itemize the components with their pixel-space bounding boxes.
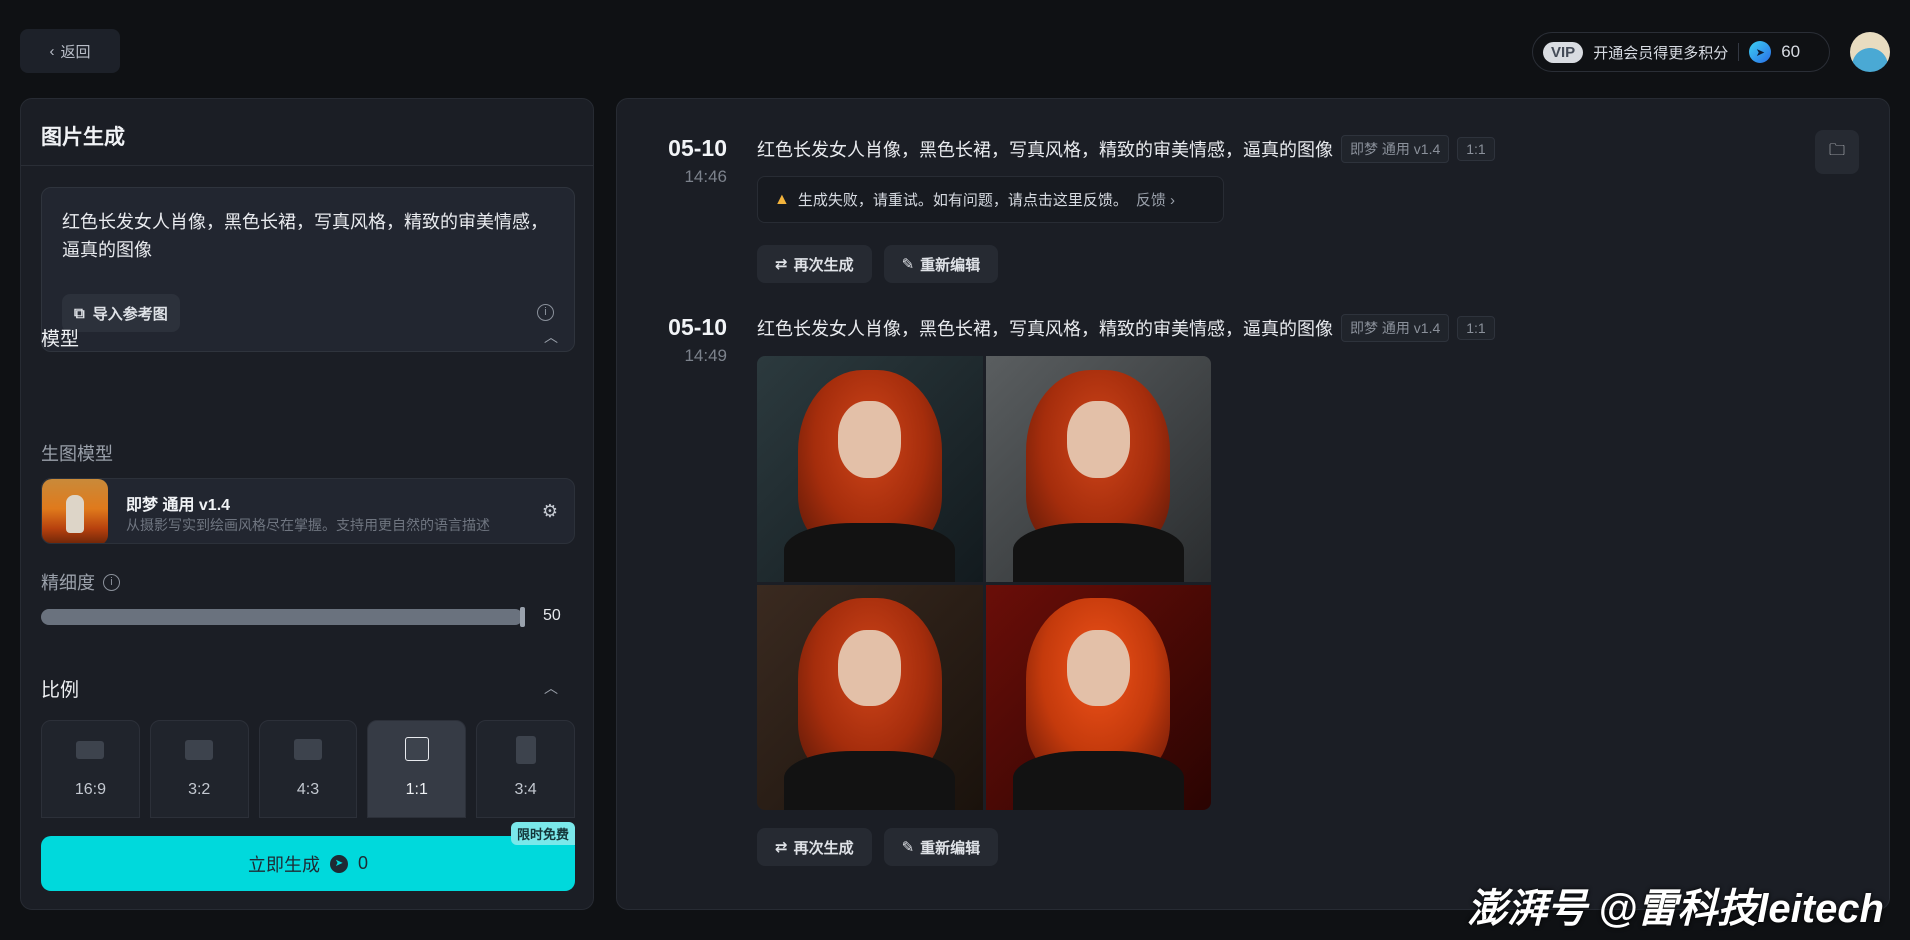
feedback-link[interactable]: 反馈 › xyxy=(1136,189,1175,210)
ratio-16-9[interactable]: 16:9 xyxy=(41,720,140,818)
ratio-1-1-icon xyxy=(404,737,429,761)
generation-panel: 图片生成 红色长发女人肖像，黑色长裙，写真风格，精致的审美情感，逼真的图像 ⧉ 导… xyxy=(20,98,594,910)
history-prompt[interactable]: 红色长发女人肖像，黑色长裙，写真风格，精致的审美情感，逼真的图像 xyxy=(757,315,1333,341)
avatar[interactable] xyxy=(1850,32,1890,72)
model-badge: 即梦 通用 v1.4 xyxy=(1341,314,1450,342)
credits-icon: ➤ xyxy=(329,854,348,873)
panel-title: 图片生成 xyxy=(41,126,125,149)
history-prompt-row: 红色长发女人肖像，黑色长裙，写真风格，精致的审美情感，逼真的图像 即梦 通用 v… xyxy=(757,314,1495,342)
history-actions: ⇄ 再次生成 ✎ 重新编辑 xyxy=(757,828,999,866)
error-message: ▲ 生成失败，请重试。如有问题，请点击这里反馈。 反馈 › xyxy=(757,176,1224,223)
credits-icon: ➤ xyxy=(1749,41,1772,63)
back-button[interactable]: ‹ 返回 xyxy=(20,29,120,73)
ratio-options: 16:9 3:2 4:3 1:1 3:4 xyxy=(41,720,575,818)
history-date: 05-10 xyxy=(668,314,727,340)
sliders-icon[interactable]: ⚙ xyxy=(542,501,558,522)
pencil-icon: ✎ xyxy=(901,839,915,856)
divider xyxy=(1738,43,1740,61)
chevron-up-icon[interactable]: ︿ xyxy=(544,678,558,698)
generated-image[interactable] xyxy=(985,356,1211,582)
info-icon[interactable]: i xyxy=(537,304,554,321)
model-name: 即梦 通用 v1.4 xyxy=(126,497,231,514)
ratio-16-9-icon xyxy=(76,741,105,759)
history-panel: 🗀 05-10 14:46 红色长发女人肖像，黑色长裙，写真风格，精致的审美情感… xyxy=(616,98,1890,910)
chevron-up-icon[interactable]: ︿ xyxy=(544,327,558,347)
credits-count: 60 xyxy=(1781,42,1801,61)
detail-slider[interactable] xyxy=(41,607,525,627)
folder-icon: 🗀 xyxy=(1828,141,1845,159)
slider-handle[interactable] xyxy=(520,607,525,627)
prompt-text[interactable]: 红色长发女人肖像，黑色长裙，写真风格，精致的审美情感，逼真的图像 xyxy=(62,208,552,264)
reedit-button[interactable]: ✎ 重新编辑 xyxy=(883,828,999,866)
ratio-3-2[interactable]: 3:2 xyxy=(149,720,249,818)
generated-image[interactable] xyxy=(757,584,983,810)
free-badge: 限时免费 xyxy=(510,822,575,845)
generated-image[interactable] xyxy=(757,356,983,582)
history-time: 14:49 xyxy=(684,346,727,365)
ratio-3-2-icon xyxy=(185,740,214,760)
import-reference-button[interactable]: ⧉ 导入参考图 xyxy=(62,294,180,332)
ratio-3-4[interactable]: 3:4 xyxy=(476,720,575,818)
pencil-icon: ✎ xyxy=(901,256,915,273)
history-actions: ⇄ 再次生成 ✎ 重新编辑 xyxy=(757,245,999,283)
repeat-icon: ⇄ xyxy=(775,839,788,856)
ratio-1-1[interactable]: 1:1 xyxy=(367,720,467,818)
ratio-section-title: 比例 xyxy=(41,680,80,701)
model-selector[interactable]: 即梦 通用 v1.4 从摄影写实到绘画风格尽在掌握。支持用更自然的语言描述 ⚙ xyxy=(41,478,575,544)
repeat-icon: ⇄ xyxy=(775,256,788,273)
history-time: 14:46 xyxy=(684,167,727,186)
vip-banner[interactable]: VIP 开通会员得更多积分 ➤ 60 xyxy=(1532,32,1830,72)
model-badge: 即梦 通用 v1.4 xyxy=(1341,135,1450,163)
generated-image[interactable] xyxy=(985,584,1211,810)
vip-badge: VIP xyxy=(1543,41,1584,63)
regenerate-button[interactable]: ⇄ 再次生成 xyxy=(757,245,872,283)
ratio-4-3-icon xyxy=(293,739,322,760)
folder-button[interactable]: 🗀 xyxy=(1815,130,1859,174)
model-thumbnail xyxy=(42,479,108,543)
history-prompt[interactable]: 红色长发女人肖像，黑色长裙，写真风格，精致的审美情感，逼真的图像 xyxy=(757,136,1333,162)
watermark: 澎湃号 @雷科技leitech xyxy=(1467,887,1884,931)
info-icon[interactable]: i xyxy=(103,573,120,591)
detail-label-row: 精细度 i xyxy=(41,569,120,595)
history-prompt-row: 红色长发女人肖像，黑色长裙，写真风格，精致的审美情感，逼真的图像 即梦 通用 v… xyxy=(757,135,1495,163)
model-description: 从摄影写实到绘画风格尽在掌握。支持用更自然的语言描述 xyxy=(126,517,490,533)
ratio-4-3[interactable]: 4:3 xyxy=(258,720,358,818)
warning-icon: ▲ xyxy=(774,190,790,208)
generate-button[interactable]: 立即生成 ➤ 0 限时免费 xyxy=(41,822,575,891)
vip-promo-text: 开通会员得更多积分 xyxy=(1593,44,1729,62)
ratio-3-4-icon xyxy=(515,736,536,764)
prompt-input[interactable]: 红色长发女人肖像，黑色长裙，写真风格，精致的审美情感，逼真的图像 ⧉ 导入参考图 … xyxy=(41,187,575,352)
model-section-title: 模型 xyxy=(41,329,80,350)
history-date: 05-10 xyxy=(668,135,727,161)
divider xyxy=(21,165,593,166)
detail-value: 50 xyxy=(543,607,561,624)
ratio-badge: 1:1 xyxy=(1457,137,1495,161)
regenerate-button[interactable]: ⇄ 再次生成 xyxy=(757,828,872,866)
image-add-icon: ⧉ xyxy=(74,304,85,322)
reedit-button[interactable]: ✎ 重新编辑 xyxy=(883,245,999,283)
ratio-badge: 1:1 xyxy=(1457,316,1495,340)
model-subtitle: 生图模型 xyxy=(41,444,113,464)
chevron-left-icon: ‹ xyxy=(49,42,55,60)
generated-images xyxy=(757,356,1211,810)
